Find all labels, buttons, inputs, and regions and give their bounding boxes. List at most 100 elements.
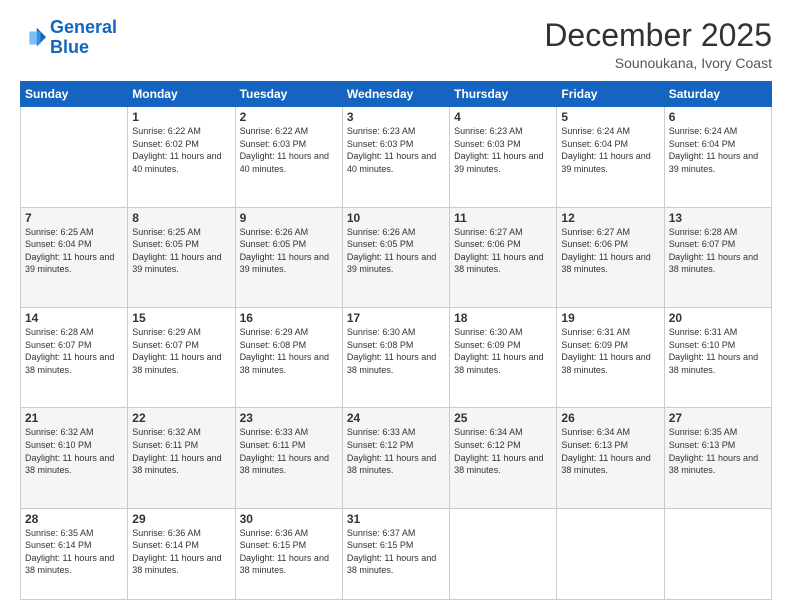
- table-row: 8Sunrise: 6:25 AMSunset: 6:05 PMDaylight…: [128, 207, 235, 307]
- table-row: 23Sunrise: 6:33 AMSunset: 6:11 PMDayligh…: [235, 408, 342, 508]
- table-row: [21, 107, 128, 207]
- day-info: Sunrise: 6:24 AMSunset: 6:04 PMDaylight:…: [561, 125, 659, 175]
- table-row: 13Sunrise: 6:28 AMSunset: 6:07 PMDayligh…: [664, 207, 771, 307]
- table-row: 19Sunrise: 6:31 AMSunset: 6:09 PMDayligh…: [557, 307, 664, 407]
- table-row: 11Sunrise: 6:27 AMSunset: 6:06 PMDayligh…: [450, 207, 557, 307]
- day-info: Sunrise: 6:22 AMSunset: 6:03 PMDaylight:…: [240, 125, 338, 175]
- day-number: 17: [347, 311, 445, 325]
- day-info: Sunrise: 6:35 AMSunset: 6:14 PMDaylight:…: [25, 527, 123, 577]
- day-number: 22: [132, 411, 230, 425]
- day-number: 8: [132, 211, 230, 225]
- table-row: 5Sunrise: 6:24 AMSunset: 6:04 PMDaylight…: [557, 107, 664, 207]
- table-row: 24Sunrise: 6:33 AMSunset: 6:12 PMDayligh…: [342, 408, 449, 508]
- day-number: 9: [240, 211, 338, 225]
- day-info: Sunrise: 6:31 AMSunset: 6:10 PMDaylight:…: [669, 326, 767, 376]
- day-info: Sunrise: 6:23 AMSunset: 6:03 PMDaylight:…: [454, 125, 552, 175]
- day-info: Sunrise: 6:27 AMSunset: 6:06 PMDaylight:…: [454, 226, 552, 276]
- day-info: Sunrise: 6:24 AMSunset: 6:04 PMDaylight:…: [669, 125, 767, 175]
- day-info: Sunrise: 6:22 AMSunset: 6:02 PMDaylight:…: [132, 125, 230, 175]
- table-row: 18Sunrise: 6:30 AMSunset: 6:09 PMDayligh…: [450, 307, 557, 407]
- day-info: Sunrise: 6:30 AMSunset: 6:09 PMDaylight:…: [454, 326, 552, 376]
- page: General Blue December 2025 Sounoukana, I…: [0, 0, 792, 612]
- col-thursday: Thursday: [450, 82, 557, 107]
- table-row: 15Sunrise: 6:29 AMSunset: 6:07 PMDayligh…: [128, 307, 235, 407]
- month-title: December 2025: [544, 18, 772, 53]
- day-number: 16: [240, 311, 338, 325]
- day-info: Sunrise: 6:25 AMSunset: 6:05 PMDaylight:…: [132, 226, 230, 276]
- table-row: 3Sunrise: 6:23 AMSunset: 6:03 PMDaylight…: [342, 107, 449, 207]
- calendar-week-row: 7Sunrise: 6:25 AMSunset: 6:04 PMDaylight…: [21, 207, 772, 307]
- day-info: Sunrise: 6:28 AMSunset: 6:07 PMDaylight:…: [669, 226, 767, 276]
- logo-general: General: [50, 17, 117, 37]
- day-info: Sunrise: 6:37 AMSunset: 6:15 PMDaylight:…: [347, 527, 445, 577]
- table-row: 6Sunrise: 6:24 AMSunset: 6:04 PMDaylight…: [664, 107, 771, 207]
- day-info: Sunrise: 6:32 AMSunset: 6:10 PMDaylight:…: [25, 426, 123, 476]
- day-info: Sunrise: 6:26 AMSunset: 6:05 PMDaylight:…: [240, 226, 338, 276]
- day-info: Sunrise: 6:30 AMSunset: 6:08 PMDaylight:…: [347, 326, 445, 376]
- day-number: 25: [454, 411, 552, 425]
- day-info: Sunrise: 6:32 AMSunset: 6:11 PMDaylight:…: [132, 426, 230, 476]
- day-info: Sunrise: 6:35 AMSunset: 6:13 PMDaylight:…: [669, 426, 767, 476]
- day-number: 18: [454, 311, 552, 325]
- day-number: 30: [240, 512, 338, 526]
- location: Sounoukana, Ivory Coast: [544, 55, 772, 71]
- day-number: 7: [25, 211, 123, 225]
- day-info: Sunrise: 6:36 AMSunset: 6:14 PMDaylight:…: [132, 527, 230, 577]
- day-info: Sunrise: 6:34 AMSunset: 6:12 PMDaylight:…: [454, 426, 552, 476]
- day-info: Sunrise: 6:33 AMSunset: 6:12 PMDaylight:…: [347, 426, 445, 476]
- day-number: 14: [25, 311, 123, 325]
- col-saturday: Saturday: [664, 82, 771, 107]
- logo: General Blue: [20, 18, 117, 58]
- calendar-header-row: Sunday Monday Tuesday Wednesday Thursday…: [21, 82, 772, 107]
- day-number: 1: [132, 110, 230, 124]
- day-number: 21: [25, 411, 123, 425]
- day-number: 11: [454, 211, 552, 225]
- calendar-week-row: 1Sunrise: 6:22 AMSunset: 6:02 PMDaylight…: [21, 107, 772, 207]
- table-row: 2Sunrise: 6:22 AMSunset: 6:03 PMDaylight…: [235, 107, 342, 207]
- day-info: Sunrise: 6:31 AMSunset: 6:09 PMDaylight:…: [561, 326, 659, 376]
- table-row: 31Sunrise: 6:37 AMSunset: 6:15 PMDayligh…: [342, 508, 449, 599]
- table-row: 29Sunrise: 6:36 AMSunset: 6:14 PMDayligh…: [128, 508, 235, 599]
- day-info: Sunrise: 6:27 AMSunset: 6:06 PMDaylight:…: [561, 226, 659, 276]
- header: General Blue December 2025 Sounoukana, I…: [20, 18, 772, 71]
- day-number: 15: [132, 311, 230, 325]
- day-number: 23: [240, 411, 338, 425]
- day-info: Sunrise: 6:25 AMSunset: 6:04 PMDaylight:…: [25, 226, 123, 276]
- title-block: December 2025 Sounoukana, Ivory Coast: [544, 18, 772, 71]
- day-number: 28: [25, 512, 123, 526]
- day-info: Sunrise: 6:23 AMSunset: 6:03 PMDaylight:…: [347, 125, 445, 175]
- day-number: 4: [454, 110, 552, 124]
- day-info: Sunrise: 6:29 AMSunset: 6:08 PMDaylight:…: [240, 326, 338, 376]
- table-row: 4Sunrise: 6:23 AMSunset: 6:03 PMDaylight…: [450, 107, 557, 207]
- day-number: 20: [669, 311, 767, 325]
- day-number: 31: [347, 512, 445, 526]
- col-monday: Monday: [128, 82, 235, 107]
- table-row: 1Sunrise: 6:22 AMSunset: 6:02 PMDaylight…: [128, 107, 235, 207]
- col-tuesday: Tuesday: [235, 82, 342, 107]
- day-number: 2: [240, 110, 338, 124]
- col-sunday: Sunday: [21, 82, 128, 107]
- day-number: 19: [561, 311, 659, 325]
- table-row: 25Sunrise: 6:34 AMSunset: 6:12 PMDayligh…: [450, 408, 557, 508]
- table-row: 9Sunrise: 6:26 AMSunset: 6:05 PMDaylight…: [235, 207, 342, 307]
- table-row: 17Sunrise: 6:30 AMSunset: 6:08 PMDayligh…: [342, 307, 449, 407]
- table-row: 20Sunrise: 6:31 AMSunset: 6:10 PMDayligh…: [664, 307, 771, 407]
- calendar-week-row: 21Sunrise: 6:32 AMSunset: 6:10 PMDayligh…: [21, 408, 772, 508]
- table-row: 16Sunrise: 6:29 AMSunset: 6:08 PMDayligh…: [235, 307, 342, 407]
- day-number: 10: [347, 211, 445, 225]
- table-row: 27Sunrise: 6:35 AMSunset: 6:13 PMDayligh…: [664, 408, 771, 508]
- logo-blue: Blue: [50, 37, 89, 57]
- table-row: [450, 508, 557, 599]
- table-row: 30Sunrise: 6:36 AMSunset: 6:15 PMDayligh…: [235, 508, 342, 599]
- day-number: 5: [561, 110, 659, 124]
- table-row: 21Sunrise: 6:32 AMSunset: 6:10 PMDayligh…: [21, 408, 128, 508]
- table-row: [664, 508, 771, 599]
- table-row: 7Sunrise: 6:25 AMSunset: 6:04 PMDaylight…: [21, 207, 128, 307]
- calendar-week-row: 14Sunrise: 6:28 AMSunset: 6:07 PMDayligh…: [21, 307, 772, 407]
- table-row: [557, 508, 664, 599]
- table-row: 12Sunrise: 6:27 AMSunset: 6:06 PMDayligh…: [557, 207, 664, 307]
- calendar-table: Sunday Monday Tuesday Wednesday Thursday…: [20, 81, 772, 600]
- day-number: 27: [669, 411, 767, 425]
- logo-icon: [20, 24, 48, 52]
- day-info: Sunrise: 6:29 AMSunset: 6:07 PMDaylight:…: [132, 326, 230, 376]
